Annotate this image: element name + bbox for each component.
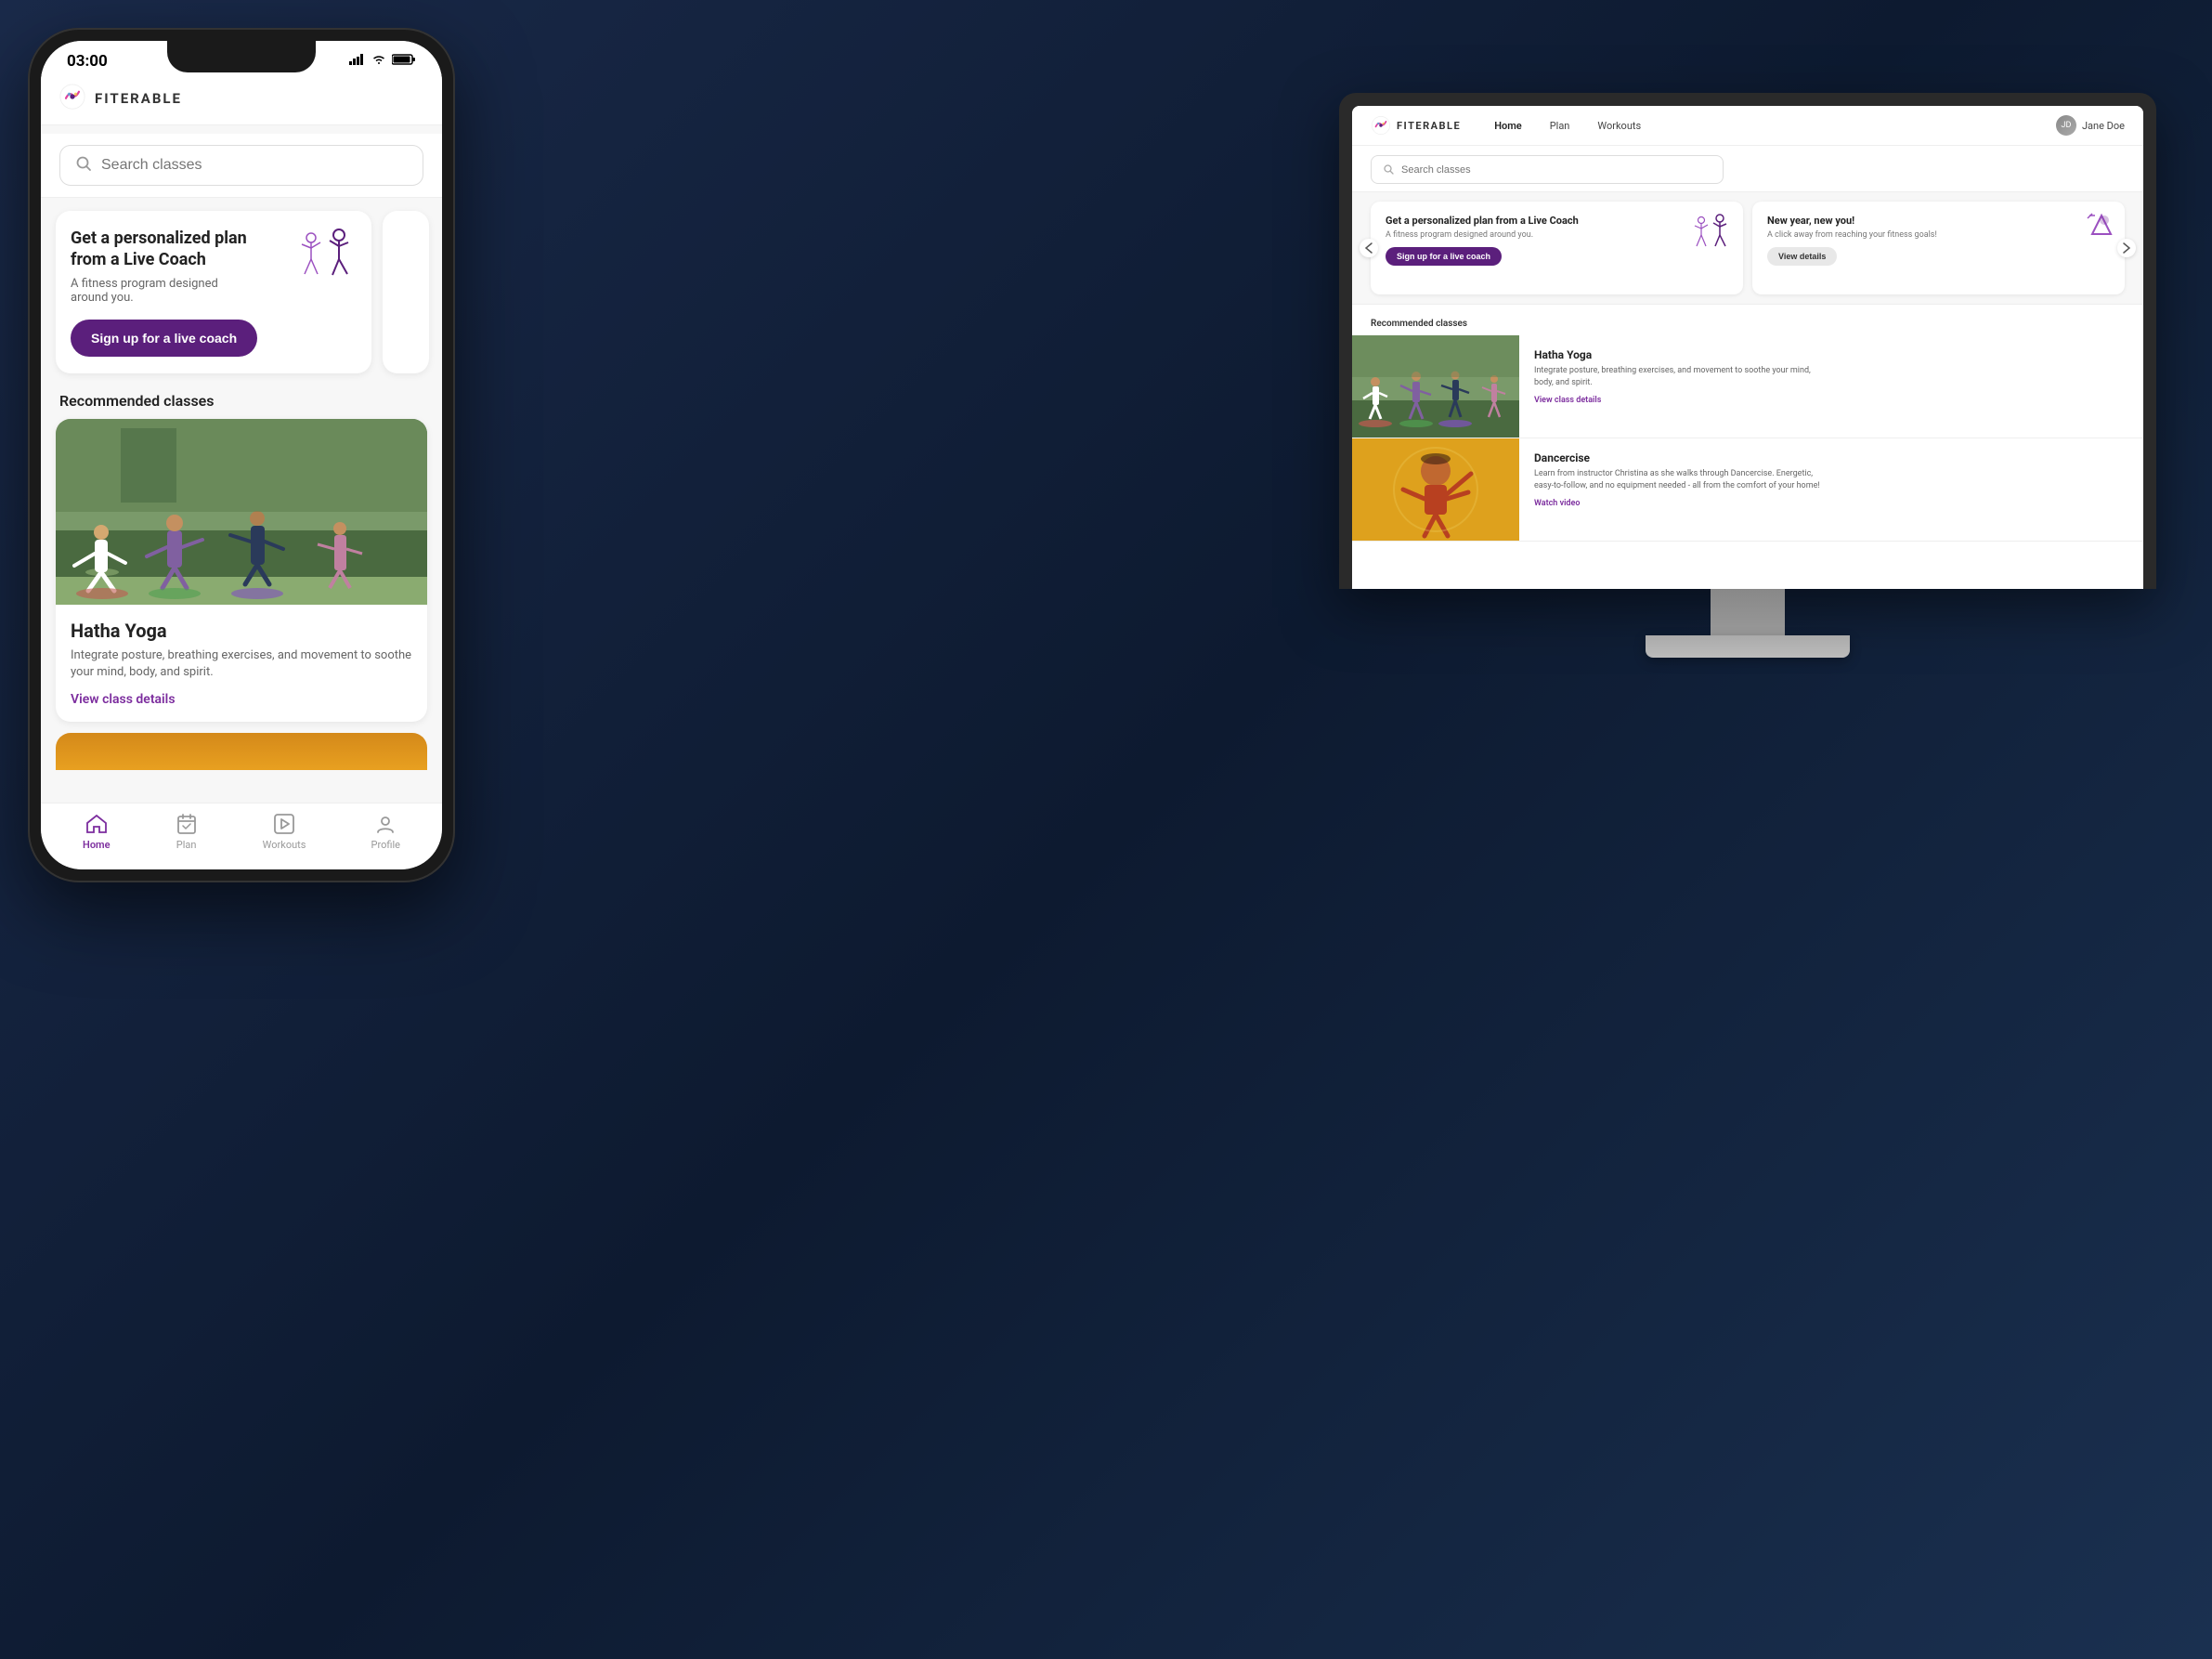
- desktop-promo-cards: Get a personalized plan from a Live Coac…: [1352, 192, 2143, 304]
- phone-frame: 03:00: [28, 28, 455, 882]
- class-card-hatha-yoga: Hatha Yoga Integrate posture, breathing …: [56, 419, 427, 722]
- hatha-yoga-image: [56, 419, 427, 605]
- profile-icon: [374, 813, 397, 835]
- desktop-search-section: [1352, 146, 2143, 192]
- nav-label-profile: Profile: [371, 839, 400, 851]
- desktop-promo-sub-live-coach: A fitness program designed around you.: [1386, 230, 1728, 240]
- nav-item-home[interactable]: Home: [83, 813, 111, 851]
- logo-icon: [59, 84, 85, 113]
- desktop-yoga-image: [1352, 335, 1519, 438]
- desktop-nav-home[interactable]: Home: [1489, 117, 1528, 135]
- phone-search-section: [41, 134, 442, 198]
- plan-icon: [176, 813, 198, 835]
- monitor-stand-base: [1646, 635, 1850, 658]
- desktop-class-body-hatha-yoga: Hatha Yoga Integrate posture, breathing …: [1519, 335, 2143, 438]
- monitor-content: Get a personalized plan from a Live Coac…: [1352, 192, 2143, 589]
- signal-icon: [349, 54, 366, 69]
- promo-card-subtitle: A fitness program designed around you.: [71, 277, 256, 305]
- phone-time: 03:00: [67, 52, 108, 71]
- desktop-promo-title-new-year: New year, new you!: [1767, 215, 2110, 228]
- search-icon: [75, 155, 92, 176]
- desktop-user: JD Jane Doe: [2056, 115, 2125, 136]
- carousel-next-button[interactable]: [2117, 239, 2136, 257]
- desktop-class-desc-dancercise: Learn from instructor Christina as she w…: [1534, 468, 1831, 491]
- nav-item-plan[interactable]: Plan: [176, 813, 198, 851]
- signup-live-coach-button[interactable]: Sign up for a live coach: [71, 320, 257, 357]
- desktop-class-title-dancercise: Dancercise: [1534, 451, 2128, 464]
- desktop-view-details-button[interactable]: View details: [1767, 247, 1837, 266]
- recommended-section-title: Recommended classes: [41, 386, 442, 419]
- home-icon: [85, 813, 108, 835]
- nav-item-profile[interactable]: Profile: [371, 813, 400, 851]
- desktop-dancercise-image: [1352, 438, 1519, 541]
- desktop-monitor: FITERABLE Home Plan Workouts JD Jane Doe: [1339, 93, 2156, 658]
- desktop-class-item-dancercise: Dancercise Learn from instructor Christi…: [1352, 438, 2143, 542]
- desktop-promo-card-new-year: New year, new you! A click away from rea…: [1752, 202, 2125, 294]
- phone-promo-cards: Get a personalized plan from a Live Coac…: [41, 198, 442, 386]
- desktop-search-box[interactable]: [1371, 155, 1724, 184]
- desktop-recommended-title: Recommended classes: [1352, 304, 2143, 335]
- view-class-details-link[interactable]: View class details: [71, 692, 176, 707]
- status-icons: [349, 54, 416, 69]
- user-avatar: JD: [2056, 115, 2076, 136]
- monitor-scroll[interactable]: Get a personalized plan from a Live Coac…: [1352, 192, 2143, 589]
- search-box[interactable]: [59, 145, 423, 186]
- phone-bottom-nav: Home Plan: [41, 803, 442, 869]
- carousel-prev-button[interactable]: [1360, 239, 1378, 257]
- desktop-nav-plan[interactable]: Plan: [1544, 117, 1576, 135]
- battery-icon: [392, 54, 416, 69]
- desktop-nav-links: Home Plan Workouts: [1489, 117, 1646, 135]
- desktop-search-input[interactable]: [1401, 164, 1587, 176]
- desktop-class-title-hatha-yoga: Hatha Yoga: [1534, 348, 2128, 361]
- user-name: Jane Doe: [2082, 120, 2125, 132]
- monitor-screen: FITERABLE Home Plan Workouts JD Jane Doe: [1352, 106, 2143, 589]
- dancercise-peek: [56, 733, 427, 770]
- phone-device: 03:00: [28, 28, 455, 882]
- nav-label-workouts: Workouts: [263, 839, 306, 851]
- desktop-nav-workouts[interactable]: Workouts: [1592, 117, 1646, 135]
- workouts-icon: [273, 813, 295, 835]
- app-name: FITERABLE: [95, 90, 182, 107]
- desktop-promo-illustration: [1687, 211, 1734, 253]
- wifi-icon: [371, 54, 386, 69]
- class-title-hatha-yoga: Hatha Yoga: [71, 620, 412, 642]
- search-input[interactable]: [101, 157, 408, 174]
- desktop-logo: FITERABLE: [1371, 115, 1461, 136]
- desktop-promo-sub-new-year: A click away from reaching your fitness …: [1767, 230, 2110, 240]
- class-card-body-hatha-yoga: Hatha Yoga Integrate posture, breathing …: [56, 605, 427, 722]
- desktop-class-item-hatha-yoga: Hatha Yoga Integrate posture, breathing …: [1352, 335, 2143, 438]
- desktop-class-body-dancercise: Dancercise Learn from instructor Christi…: [1519, 438, 2143, 541]
- desktop-watch-video-link[interactable]: Watch video: [1534, 499, 1580, 508]
- desktop-search-icon: [1383, 161, 1394, 178]
- promo-card-illustration: [288, 224, 362, 289]
- monitor-stand-neck: [1711, 589, 1785, 635]
- desktop-class-desc-hatha-yoga: Integrate posture, breathing exercises, …: [1534, 365, 1831, 388]
- desktop-promo-title-live-coach: Get a personalized plan from a Live Coac…: [1386, 215, 1728, 228]
- promo-card-title: Get a personalized plan from a Live Coac…: [71, 228, 256, 271]
- phone-screen: 03:00: [41, 41, 442, 869]
- class-desc-hatha-yoga: Integrate posture, breathing exercises, …: [71, 647, 412, 681]
- desktop-promo-card-live-coach: Get a personalized plan from a Live Coac…: [1371, 202, 1743, 294]
- desktop-signup-live-coach-button[interactable]: Sign up for a live coach: [1386, 247, 1502, 266]
- nav-label-plan: Plan: [176, 839, 197, 851]
- yoga-image-placeholder: [56, 419, 427, 605]
- monitor-frame: FITERABLE Home Plan Workouts JD Jane Doe: [1339, 93, 2156, 589]
- desktop-app-name: FITERABLE: [1397, 120, 1461, 132]
- phone-content-area: Get a personalized plan from a Live Coac…: [41, 134, 442, 795]
- desktop-nav: FITERABLE Home Plan Workouts JD Jane Doe: [1352, 106, 2143, 146]
- user-avatar-initials: JD: [2062, 121, 2072, 130]
- phone-header: FITERABLE: [41, 74, 442, 125]
- phone-notch: [167, 41, 316, 72]
- desktop-view-class-details-link[interactable]: View class details: [1534, 396, 1601, 405]
- promo-card-live-coach: Get a personalized plan from a Live Coac…: [56, 211, 371, 373]
- nav-label-home: Home: [83, 839, 111, 851]
- promo-card-new-year-partial: [383, 211, 429, 373]
- nav-item-workouts[interactable]: Workouts: [263, 813, 306, 851]
- desktop-new-year-illustration: [2069, 211, 2115, 253]
